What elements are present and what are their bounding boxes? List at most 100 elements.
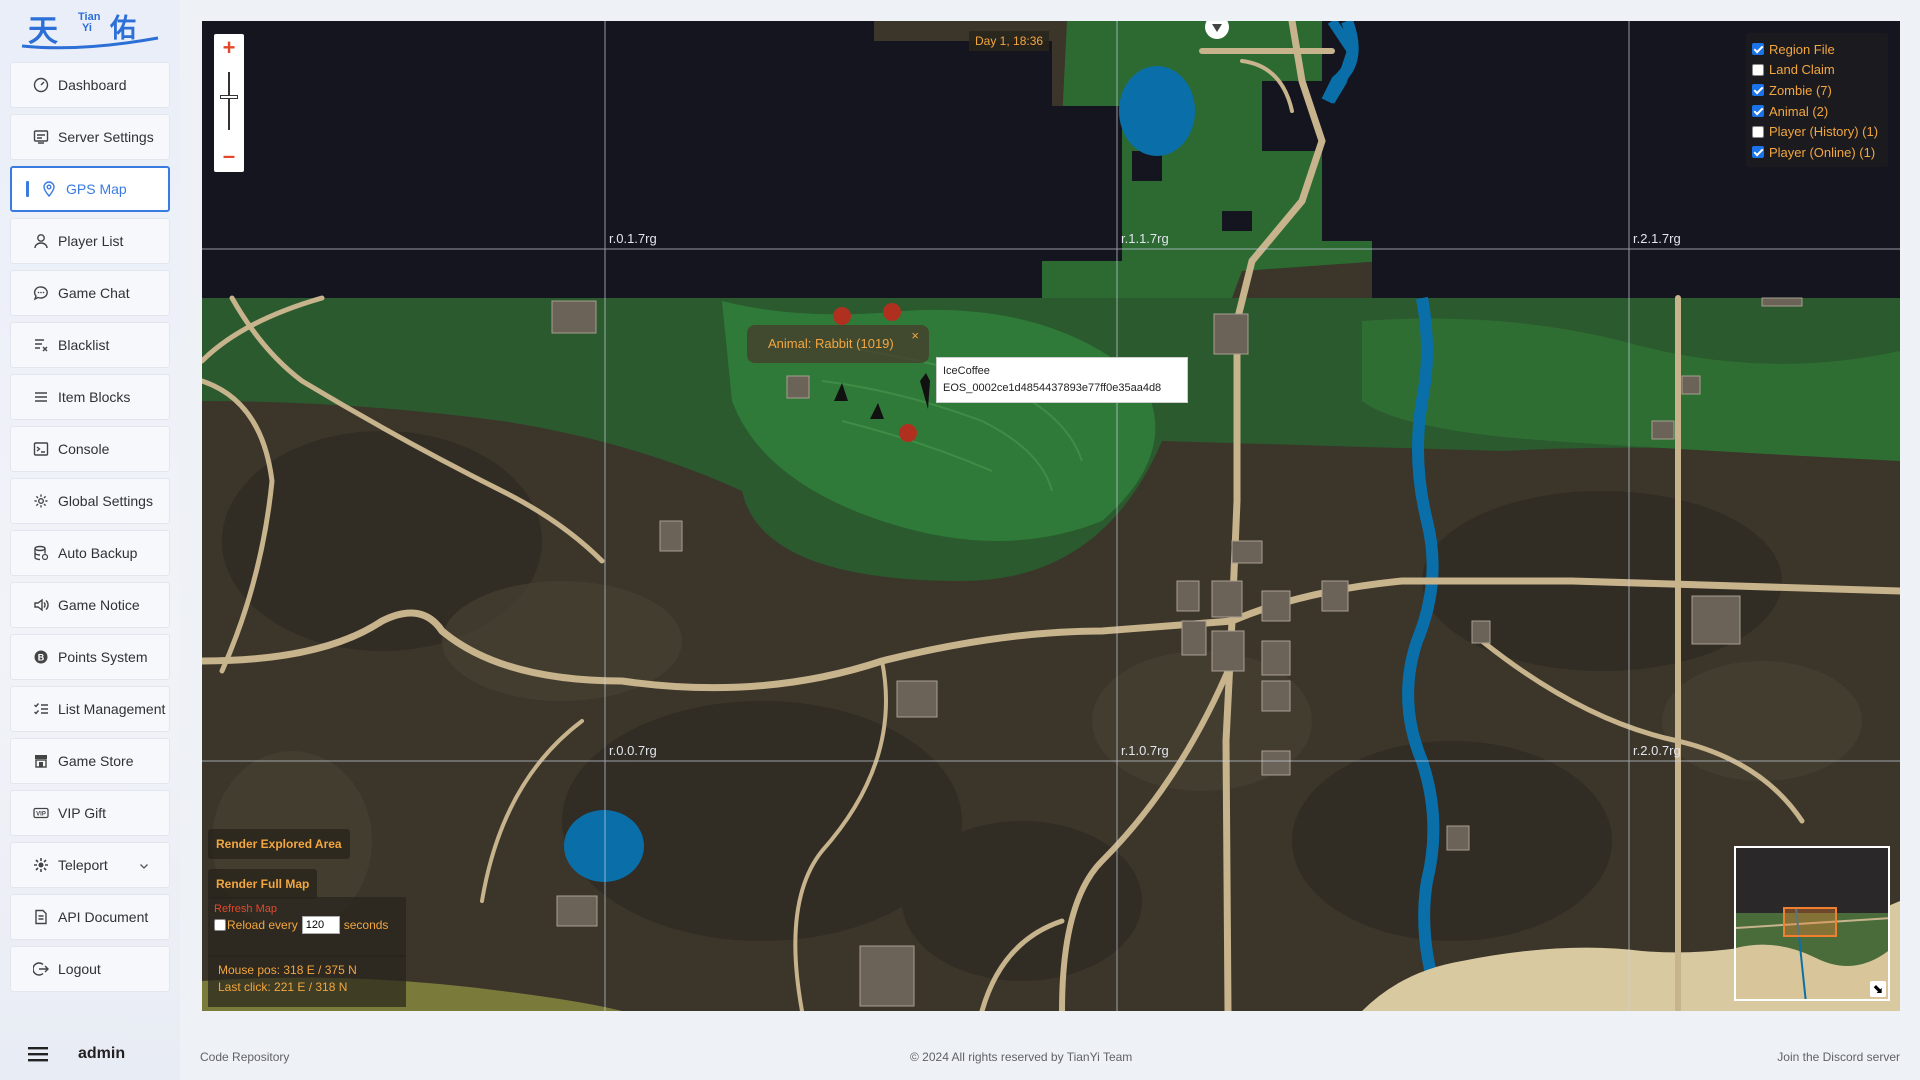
dashboard-icon [33,77,49,93]
active-indicator [26,181,29,197]
sidebar-item-label: Logout [58,961,101,977]
copyright-text: © 2024 All rights reserved by TianYi Tea… [910,1050,1133,1064]
gear-icon [33,493,49,509]
sidebar-item-teleport[interactable]: Teleport [10,842,170,888]
grid-label: r.0.0.7rg [609,743,657,758]
sidebar-item-points-system[interactable]: B Points System [10,634,170,680]
grid-label: r.2.0.7rg [1633,743,1681,758]
sidebar-item-label: Global Settings [58,493,153,509]
logo-text: Tian Yi [78,12,100,34]
layer-toggle[interactable]: Player (History) (1) [1752,121,1882,142]
sidebar-item-vip-gift[interactable]: VIP VIP Gift [10,790,170,836]
sidebar-item-auto-backup[interactable]: Auto Backup [10,530,170,576]
sidebar-item-label: Dashboard [58,77,127,93]
animal-tooltip-text: Animal: Rabbit (1019) [768,336,894,351]
reload-unit: seconds [343,918,389,932]
layer-label: Player (Online) (1) [1769,144,1876,160]
layer-checkbox[interactable] [1752,105,1764,118]
layer-toggle[interactable]: Player (Online) (1) [1752,142,1882,163]
sidebar-item-label: List Management [58,701,166,717]
minimap[interactable]: ⬊ [1734,846,1890,1001]
vip-icon: VIP [33,805,49,821]
grid-label: r.1.1.7rg [1121,231,1169,246]
map-pin-icon[interactable] [1202,21,1232,43]
sidebar-item-console[interactable]: Console [10,426,170,472]
sidebar-item-label: Game Store [58,753,134,769]
refresh-panel: Refresh Map Reload every seconds [208,897,406,957]
svg-text:VIP: VIP [36,812,46,818]
sidebar-item-game-notice[interactable]: Game Notice [10,582,170,628]
zoom-in-button[interactable]: + [214,34,244,62]
sidebar-item-server-settings[interactable]: Server Settings [10,114,170,160]
render-explored-button[interactable]: Render Explored Area [208,829,350,859]
sidebar-item-player-list[interactable]: Player List [10,218,170,264]
sidebar-item-dashboard[interactable]: Dashboard [10,62,170,108]
layer-checkbox[interactable] [1752,125,1764,138]
layer-checkbox[interactable] [1752,63,1764,76]
database-icon [33,545,49,561]
location-pin-icon [41,181,57,197]
menu-toggle-icon[interactable] [28,1046,48,1062]
reload-checkbox[interactable] [214,919,226,931]
zoom-slider-track[interactable] [228,72,230,130]
last-click: Last click: 221 E / 318 N [218,980,348,994]
map-terrain[interactable] [202,21,1900,1011]
coordinates-panel: Mouse pos: 318 E / 375 N Last click: 221… [208,955,406,1007]
chat-bubble-icon [33,285,49,301]
zoom-slider-handle[interactable] [220,95,238,99]
sidebar-item-blacklist[interactable]: Blacklist [10,322,170,368]
layer-toggle[interactable]: Zombie (7) [1752,80,1882,101]
layer-label: Animal (2) [1769,103,1829,119]
sidebar-item-label: Item Blocks [58,389,131,405]
sidebar-item-label: Game Chat [58,285,130,301]
sidebar-item-label: Auto Backup [58,545,138,561]
sidebar-item-game-store[interactable]: Game Store [10,738,170,784]
reload-interval-input[interactable] [301,916,340,934]
sidebar-item-label: Game Notice [58,597,140,613]
layer-label: Land Claim [1769,62,1835,78]
layer-checkbox[interactable] [1752,84,1764,97]
logout-icon [33,961,49,977]
reload-label: Reload every [227,918,298,932]
sidebar-footer: admin [0,1028,180,1080]
username[interactable]: admin [78,1045,125,1063]
layer-toggle[interactable]: Animal (2) [1752,101,1882,122]
teleport-icon [33,857,49,873]
sidebar-item-label: Points System [58,649,148,665]
checklist-icon [33,701,49,717]
coin-icon: B [33,649,49,665]
player-name: IceCoffee [943,365,990,377]
sidebar-item-label: Console [58,441,110,457]
animal-tooltip: Animal: Rabbit (1019) × [747,325,929,363]
code-repository-link[interactable]: Code Repository [200,1050,289,1064]
sidebar-item-item-blocks[interactable]: Item Blocks [10,374,170,420]
sidebar-item-gps-map[interactable]: GPS Map [10,166,170,212]
layer-checkbox[interactable] [1752,43,1764,56]
store-icon [33,753,49,769]
gps-map[interactable]: r.0.1.7rg r.1.1.7rg r.2.1.7rg r.0.0.7rg … [202,21,1900,1011]
footer: Code Repository © 2024 All rights reserv… [180,1034,1920,1080]
close-icon[interactable]: × [911,328,919,343]
sidebar-item-logout[interactable]: Logout [10,946,170,992]
discord-link[interactable]: Join the Discord server [1777,1050,1900,1064]
sidebar-item-list-management[interactable]: List Management [10,686,170,732]
layer-toggle[interactable]: Land Claim [1752,60,1882,81]
user-icon [33,233,49,249]
layer-control: Region File Land Claim Zombie (7) Animal (2… [1746,33,1888,167]
layer-toggle[interactable]: Region File [1752,39,1882,60]
refresh-map-button[interactable]: Refresh Map [214,903,400,915]
expand-icon[interactable]: ⬊ [1870,981,1886,997]
speaker-icon [33,597,49,613]
render-full-button[interactable]: Render Full Map [208,869,318,899]
sidebar-item-api-document[interactable]: API Document [10,894,170,940]
grid-label: r.1.0.7rg [1121,743,1169,758]
list-icon [33,389,49,405]
sidebar-item-global-settings[interactable]: Global Settings [10,478,170,524]
sidebar-item-label: Blacklist [58,337,110,353]
sidebar-item-game-chat[interactable]: Game Chat [10,270,170,316]
chevron-down-icon [139,858,149,874]
layer-checkbox[interactable] [1752,146,1764,159]
server-settings-icon [33,129,49,145]
layer-label: Region File [1769,41,1835,57]
zoom-out-button[interactable]: – [214,142,244,170]
